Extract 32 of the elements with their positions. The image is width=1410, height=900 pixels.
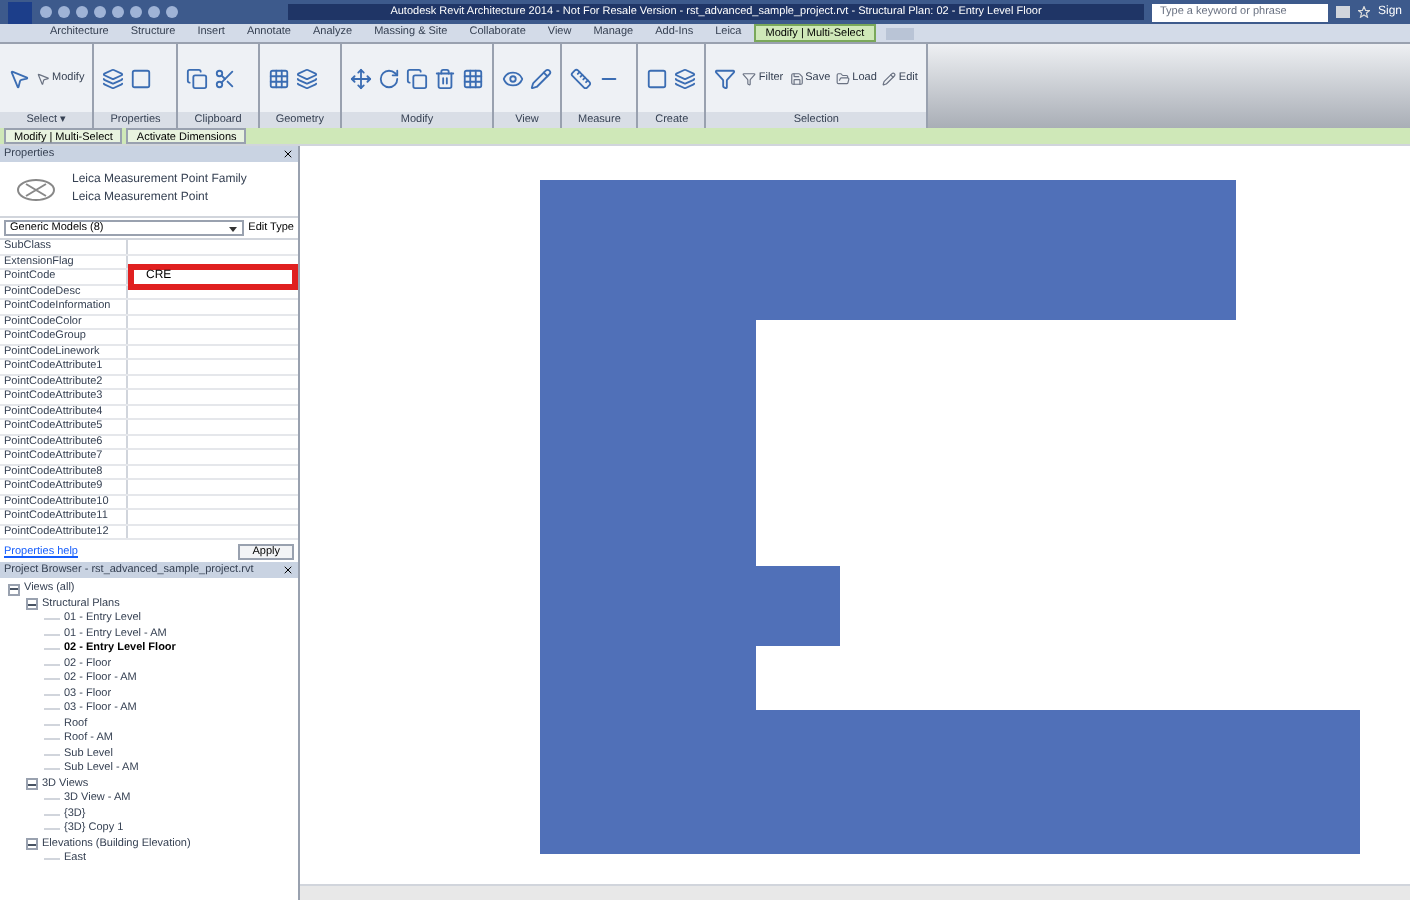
tool-icon: [36, 71, 50, 85]
collapse-icon[interactable]: [26, 838, 38, 851]
close-icon[interactable]: [282, 148, 294, 160]
collapse-icon[interactable]: [8, 583, 20, 596]
tool-icon[interactable]: [501, 67, 524, 89]
tool-icon[interactable]: [674, 67, 697, 89]
tool-icon: [789, 71, 804, 85]
family-icon: [16, 177, 56, 201]
tool-icon[interactable]: [8, 67, 30, 89]
tool-icon[interactable]: [714, 67, 737, 89]
tool-icon[interactable]: [377, 67, 400, 89]
tool-icon[interactable]: [646, 67, 669, 89]
tool-icon[interactable]: [569, 67, 592, 89]
tool-icon[interactable]: [349, 67, 372, 89]
tool-icon: [836, 71, 851, 85]
tool-icon[interactable]: [461, 67, 484, 89]
tool-icon[interactable]: [102, 67, 125, 89]
tool-icon[interactable]: [130, 67, 153, 89]
tool-icon[interactable]: [186, 67, 209, 89]
tool-icon: [882, 71, 897, 85]
dropdown-caret-icon: [228, 224, 239, 234]
collapse-icon[interactable]: [26, 598, 38, 611]
tool-icon[interactable]: [433, 67, 456, 89]
close-icon[interactable]: [282, 564, 294, 576]
tool-icon[interactable]: [405, 67, 428, 89]
tool-icon[interactable]: [267, 67, 290, 89]
collapse-icon[interactable]: [26, 778, 38, 791]
tool-icon[interactable]: [529, 67, 552, 89]
tool-icon[interactable]: [214, 67, 237, 89]
star-icon[interactable]: [1357, 6, 1370, 18]
tool-icon: [742, 71, 757, 85]
tool-icon[interactable]: [295, 67, 318, 89]
